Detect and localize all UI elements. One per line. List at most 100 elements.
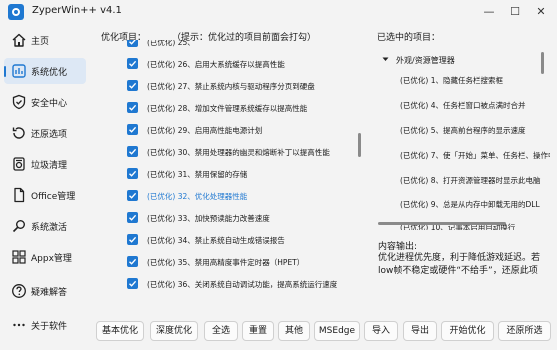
basic-optimize-button[interactable]: 基本优化 — [96, 321, 144, 341]
list-item[interactable]: (已优化) 25、 — [96, 40, 366, 52]
sidebar-item-appx[interactable]: Appx管理 — [4, 244, 86, 270]
optimize-icon — [11, 63, 27, 79]
sidebar-item-label: 疑难解答 — [31, 288, 68, 298]
minimize-button[interactable]: — — [476, 2, 502, 22]
document-icon — [11, 187, 27, 203]
list-item[interactable]: (已优化) 35、禁用高精度事件定时器（HPET） — [96, 252, 366, 272]
tree-item[interactable]: (已优化) 5、提高前台程序的显示速度 — [400, 125, 550, 136]
sidebar-item-label: 主页 — [31, 37, 50, 47]
restore-icon — [11, 125, 27, 141]
option-checkbox[interactable] — [127, 102, 138, 113]
tree-item[interactable]: (已优化) 8、打开资源管理器时显示此电脑 — [400, 175, 550, 186]
option-checkbox[interactable] — [127, 278, 138, 289]
key-icon — [11, 218, 27, 234]
option-checkbox[interactable] — [127, 256, 138, 267]
list-item[interactable]: (已优化) 27、禁止系统内核与驱动程序分页到硬盘 — [96, 76, 366, 96]
options-scrollbar[interactable] — [358, 133, 361, 157]
sidebar-item-troubleshoot[interactable]: 疑难解答 — [4, 278, 86, 304]
export-button[interactable]: 导出 — [403, 321, 437, 341]
shield-icon — [11, 94, 27, 110]
sidebar-item-restore[interactable]: 还原选项 — [4, 120, 86, 146]
sidebar-item-label: 系统优化 — [31, 68, 68, 78]
import-button[interactable]: 导入 — [364, 321, 398, 341]
sidebar-item-activation[interactable]: 系统激活 — [4, 213, 86, 239]
option-label: (已优化) 31、禁用保留的存储 — [147, 170, 248, 179]
sidebar-item-label: 安全中心 — [31, 99, 68, 109]
option-checkbox[interactable] — [127, 124, 138, 135]
list-item[interactable]: (已优化) 34、禁止系统自动生成错误报告 — [96, 230, 366, 250]
tree-group[interactable]: 外观/资源管理器 — [372, 52, 550, 70]
output-title: 内容输出: — [378, 242, 418, 252]
list-item[interactable]: (已优化) 31、禁用保留的存储 — [96, 164, 366, 184]
option-label: (已优化) 29、启用高性能电源计划 — [147, 126, 263, 135]
title-bar: ZyperWin++ v4.1 — ☐ ✕ — [0, 0, 557, 24]
sidebar-item-about[interactable]: 关于软件 — [4, 312, 86, 338]
selected-title: 已选中的项目： — [377, 33, 441, 43]
options-list[interactable]: (已优化) 25、 (已优化) 26、启用大系统缓存以提高性能 (已优化) 27… — [96, 40, 366, 308]
sidebar-item-security[interactable]: 安全中心 — [4, 89, 86, 115]
list-item[interactable]: (已优化) 26、启用大系统缓存以提高性能 — [96, 54, 366, 74]
sidebar-item-label: 系统激活 — [31, 223, 68, 233]
option-label: (已优化) 25、 — [147, 40, 195, 47]
list-item[interactable]: (已优化) 36、关闭系统自动调试功能，提高系统运行速度 — [96, 274, 366, 294]
option-label: (已优化) 36、关闭系统自动调试功能，提高系统运行速度 — [147, 280, 338, 289]
start-optimize-button[interactable]: 开始优化 — [441, 321, 494, 341]
close-button[interactable]: ✕ — [528, 2, 554, 22]
selected-tree[interactable]: 外观/资源管理器 (已优化) 1、隐藏任务栏搜索框 (已优化) 4、任务栏窗口被… — [372, 44, 550, 230]
option-label: (已优化) 32、优化处理器性能 — [147, 192, 248, 201]
output-text: 优化进程优先度，利于降低游戏延迟。若low帧不稳定或硬件“不给手”，还原此项 — [378, 253, 541, 276]
option-label: (已优化) 26、启用大系统缓存以提高性能 — [147, 60, 285, 69]
sidebar-item-label: 关于软件 — [31, 322, 68, 332]
select-all-button[interactable]: 全选 — [204, 321, 238, 341]
app-logo-icon — [8, 4, 24, 20]
restore-selected-button[interactable]: 还原所选 — [498, 321, 551, 341]
home-icon — [11, 32, 27, 48]
app-title: ZyperWin++ v4.1 — [32, 5, 122, 16]
help-icon — [11, 283, 27, 299]
option-label: (已优化) 33、加快预读能力改善速度 — [147, 214, 270, 223]
list-item[interactable]: (已优化) 30、禁用处理器的幽灵和熔断补丁以提高性能 — [96, 142, 366, 162]
sidebar-item-label: Appx管理 — [31, 254, 72, 264]
option-checkbox[interactable] — [127, 40, 138, 47]
option-checkbox[interactable] — [127, 146, 138, 157]
tree-item[interactable]: (已优化) 4、任务栏窗口被点满时合并 — [400, 100, 550, 111]
sidebar-item-cleanup[interactable]: 垃圾清理 — [4, 151, 86, 177]
selected-vertical-scrollbar[interactable] — [541, 52, 544, 74]
list-item[interactable]: (已优化) 33、加快预读能力改善速度 — [96, 208, 366, 228]
option-checkbox[interactable] — [127, 80, 138, 91]
option-checkbox[interactable] — [127, 168, 138, 179]
sidebar-item-label: Office管理 — [31, 192, 76, 202]
option-label: (已优化) 28、增加文件管理系统缓存以提高性能 — [147, 104, 308, 113]
tree-item[interactable]: (已优化) 9、总是从内存中卸载无用的DLL — [400, 199, 550, 210]
sidebar-item-home[interactable]: 主页 — [4, 27, 86, 53]
option-checkbox[interactable] — [127, 58, 138, 69]
list-item[interactable]: (已优化) 28、增加文件管理系统缓存以提高性能 — [96, 98, 366, 118]
sidebar-item-label: 垃圾清理 — [31, 161, 68, 171]
option-label: (已优化) 27、禁止系统内核与驱动程序分页到硬盘 — [147, 82, 315, 91]
other-button[interactable]: 其他 — [278, 321, 310, 341]
msedge-button[interactable]: MSEdge — [314, 321, 360, 341]
selected-horizontal-scrollbar[interactable] — [378, 222, 506, 225]
reset-button[interactable]: 重置 — [242, 321, 274, 341]
option-checkbox[interactable] — [127, 234, 138, 245]
option-label: (已优化) 34、禁止系统自动生成错误报告 — [147, 236, 285, 245]
option-label: (已优化) 30、禁用处理器的幽灵和熔断补丁以提高性能 — [147, 148, 330, 157]
tree-group-label: 外观/资源管理器 — [396, 56, 455, 65]
maximize-button[interactable]: ☐ — [502, 2, 528, 22]
list-item[interactable]: (已优化) 29、启用高性能电源计划 — [96, 120, 366, 140]
list-item[interactable]: (已优化) 32、优化处理器性能 — [96, 186, 366, 206]
tree-item[interactable]: (已优化) 7、使「开始」菜单、任务栏、操作中心 — [400, 150, 550, 161]
chevron-down-icon[interactable] — [381, 55, 390, 64]
more-icon — [11, 317, 27, 333]
trash-icon — [11, 156, 27, 172]
sidebar-item-office[interactable]: Office管理 — [4, 182, 86, 208]
sidebar: 主页 系统优化 安全中心 还原选项 垃圾清理 Office管理 系统激活 App… — [0, 24, 90, 350]
option-checkbox[interactable] — [127, 212, 138, 223]
sidebar-item-label: 还原选项 — [31, 130, 68, 140]
option-checkbox[interactable] — [127, 190, 138, 201]
tree-item[interactable]: (已优化) 1、隐藏任务栏搜索框 — [400, 75, 550, 86]
apps-icon — [11, 249, 27, 265]
deep-optimize-button[interactable]: 深度优化 — [150, 321, 198, 341]
sidebar-item-system-optimize[interactable]: 系统优化 — [4, 58, 86, 84]
option-label: (已优化) 35、禁用高精度事件定时器（HPET） — [147, 258, 305, 267]
